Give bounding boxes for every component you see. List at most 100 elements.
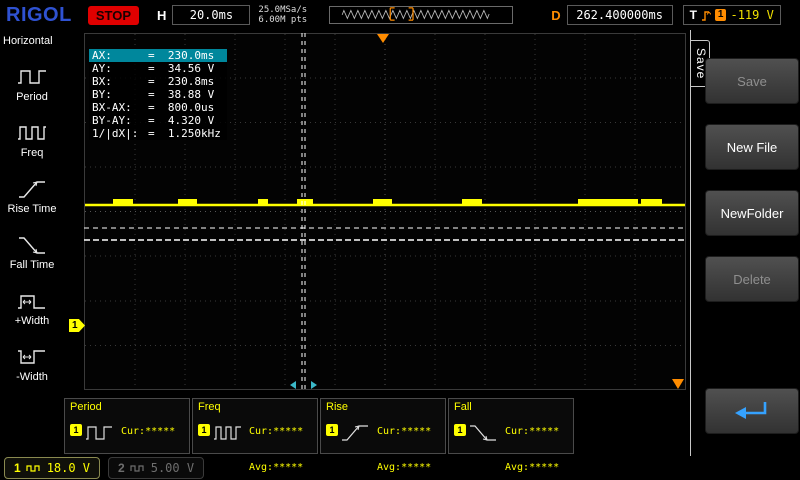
measurement-channel-badge: 1	[70, 424, 82, 436]
cursor-row-label: BY-AY:	[92, 114, 148, 127]
cursor-row-label: 1/|dX|:	[92, 127, 148, 140]
acquisition-info: 25.0MSa/s 6.00M pts	[258, 5, 307, 25]
sidebar-item-period[interactable]: Period	[0, 64, 64, 103]
cursor-row-value: = 230.8ms	[148, 75, 214, 88]
sidebar-item-label: Rise Time	[8, 203, 57, 215]
measurement-cur: Cur:*****	[377, 426, 431, 438]
cursor-row-value: = 230.0ms	[148, 49, 214, 62]
cursor-row-value: = 34.56 V	[148, 62, 214, 75]
fall-time-icon	[17, 232, 47, 256]
sidebar-item-label: Fall Time	[10, 259, 55, 271]
rise-time-icon	[17, 176, 47, 200]
back-button[interactable]	[705, 388, 799, 434]
top-status-bar: RIGOL STOP H 20.0ms 25.0MSa/s 6.00M pts …	[0, 0, 800, 30]
minus-width-icon	[17, 344, 47, 368]
cursor-row-by-ay: BY-AY: = 4.320 V	[89, 114, 227, 127]
bottom-bar: 1 18.0 V 2 5.00 V	[0, 455, 800, 480]
trigger-source-badge: 1	[715, 9, 727, 21]
delay-value: 262.400000ms	[567, 5, 673, 25]
oscilloscope-screen: RIGOL STOP H 20.0ms 25.0MSa/s 6.00M pts …	[0, 0, 800, 480]
plus-width-icon	[17, 288, 47, 312]
measurement-item-rise[interactable]: Rise 1 Cur:***** Avg:***** Max:***** Min…	[320, 398, 446, 454]
ch2-scale: 5.00 V	[151, 461, 194, 475]
ch1-trace	[85, 199, 685, 206]
cursor-row-label: AX:	[92, 49, 148, 62]
cursor-row-bx-ax: BX-AX: = 800.0us	[89, 101, 227, 114]
cursor-row-label: BX:	[92, 75, 148, 88]
measurement-label: Rise	[326, 401, 348, 413]
trigger-position-marker[interactable]	[377, 34, 389, 43]
graticule: AX: = 230.0ms AY: = 34.56 V BX: = 230.8m…	[84, 33, 686, 390]
rigol-logo: RIGOL	[6, 4, 72, 27]
new-file-button[interactable]: New File	[705, 124, 799, 170]
measurement-strip: Period 1 Cur:***** Avg:***** Max:***** M…	[64, 398, 574, 454]
save-button: Save	[705, 58, 799, 104]
cursor-row-by: BY: = 38.88 V	[89, 88, 227, 101]
trigger-label: T	[690, 8, 697, 22]
trigger-level-offscreen-marker	[672, 379, 684, 389]
period-icon	[85, 422, 115, 444]
ch1-scale: 18.0 V	[47, 461, 90, 475]
ch2-coupling-icon	[130, 463, 146, 473]
sidebar-item-plus-width[interactable]: +Width	[0, 288, 64, 327]
return-arrow-icon	[732, 399, 772, 423]
sidebar-title: Horizontal	[0, 30, 64, 47]
cursor-row-ay: AY: = 34.56 V	[89, 62, 227, 75]
ch1-number: 1	[14, 461, 21, 475]
new-folder-button[interactable]: NewFolder	[705, 190, 799, 236]
memory-depth: 6.00M pts	[258, 15, 307, 25]
measurement-label: Freq	[198, 401, 221, 413]
measurement-channel-badge: 1	[198, 424, 210, 436]
ch2-number: 2	[118, 461, 125, 475]
sidebar-item-label: Freq	[21, 147, 44, 159]
measurement-cur: Cur:*****	[249, 426, 303, 438]
sidebar-item-label: Period	[16, 91, 48, 103]
run-state-badge[interactable]: STOP	[88, 6, 139, 25]
trigger-level-value: -119 V	[730, 8, 773, 22]
measurement-label: Fall	[454, 401, 472, 413]
cursor-row-value: = 1.250kHz	[148, 127, 221, 140]
fall-time-icon	[469, 422, 499, 444]
sidebar-item-fall-time[interactable]: Fall Time	[0, 232, 64, 271]
measurement-cur: Cur:*****	[121, 426, 175, 438]
ch1-ground-marker[interactable]: 1	[69, 319, 85, 332]
cursor-row-ax: AX: = 230.0ms	[89, 49, 227, 62]
memory-waveform-strip	[329, 6, 513, 24]
cursor-handle-icon[interactable]	[290, 381, 317, 389]
ch2-indicator[interactable]: 2 5.00 V	[108, 457, 204, 479]
measurement-item-period[interactable]: Period 1 Cur:***** Avg:***** Max:***** M…	[64, 398, 190, 454]
cursor-row-bx: BX: = 230.8ms	[89, 75, 227, 88]
ch1-indicator[interactable]: 1 18.0 V	[4, 457, 100, 479]
period-icon	[17, 64, 47, 88]
measurement-channel-badge: 1	[454, 424, 466, 436]
measurement-item-fall[interactable]: Fall 1 Cur:***** Avg:***** Max:***** Min…	[448, 398, 574, 454]
trigger-info-box: T 1 -119 V	[683, 5, 781, 25]
sidebar-item-label: -Width	[16, 371, 48, 383]
cursor-row-label: BY:	[92, 88, 148, 101]
timebase-value: 20.0ms	[172, 5, 250, 25]
softkey-menu: Save Save New File NewFolder Delete	[690, 30, 800, 456]
delete-button: Delete	[705, 256, 799, 302]
sidebar-item-label: +Width	[15, 315, 50, 327]
sidebar-item-freq[interactable]: Freq	[0, 120, 64, 159]
freq-icon	[213, 422, 243, 444]
cursor-row-value: = 800.0us	[148, 101, 214, 114]
cursor-readout-panel: AX: = 230.0ms AY: = 34.56 V BX: = 230.8m…	[89, 49, 227, 140]
measurement-cur: Cur:*****	[505, 426, 559, 438]
cursor-row-label: BX-AX:	[92, 101, 148, 114]
cursor-row-value: = 4.320 V	[148, 114, 214, 127]
sidebar-item-minus-width[interactable]: -Width	[0, 344, 64, 383]
measurement-label: Period	[70, 401, 102, 413]
delay-label: D	[551, 8, 560, 23]
sample-rate: 25.0MSa/s	[258, 5, 307, 15]
memory-waveform-icon	[330, 7, 510, 21]
measure-sidebar: Horizontal Period Freq Rise Time	[0, 30, 64, 456]
measurement-item-freq[interactable]: Freq 1 Cur:***** Avg:***** Max:***** Min…	[192, 398, 318, 454]
cursor-row-value: = 38.88 V	[148, 88, 214, 101]
ch1-coupling-icon	[26, 463, 42, 473]
horizontal-label: H	[157, 8, 166, 23]
trigger-slope-icon	[701, 9, 711, 22]
sidebar-item-rise-time[interactable]: Rise Time	[0, 176, 64, 215]
measurement-channel-badge: 1	[326, 424, 338, 436]
cursor-row-label: AY:	[92, 62, 148, 75]
